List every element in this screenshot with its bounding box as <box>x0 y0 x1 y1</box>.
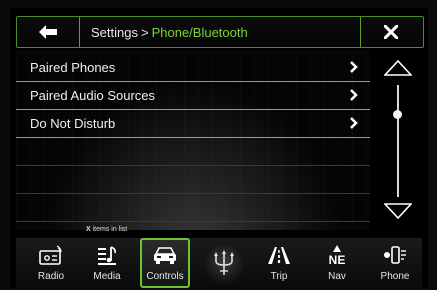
bottom-nav-bar: Radio Media Controls Trip NE Nav Phone <box>16 238 422 288</box>
nav-nav[interactable]: NE Nav <box>312 238 362 288</box>
car-icon <box>154 247 176 264</box>
chevron-right-icon <box>350 61 358 73</box>
items-count-value: X <box>86 226 91 233</box>
list-item-label: Do Not Disturb <box>30 116 116 131</box>
header-bar: Settings > Phone/Bluetooth <box>16 16 424 48</box>
nav-controls[interactable]: Controls <box>140 238 190 288</box>
media-icon <box>98 246 116 265</box>
nav-label: Media <box>93 271 121 282</box>
items-count-label: X items in list <box>86 226 127 233</box>
road-icon <box>268 247 290 264</box>
nav-label: Phone <box>380 271 410 282</box>
nav-media[interactable]: Media <box>82 238 132 288</box>
empty-list-row <box>16 166 370 194</box>
left-arrow-icon <box>39 25 57 39</box>
nav-label: Nav <box>328 271 346 282</box>
breadcrumb-parent[interactable]: Settings <box>91 25 138 40</box>
breadcrumb-separator: > <box>140 25 149 40</box>
nav-label: Trip <box>270 271 288 282</box>
trident-logo-icon <box>214 250 234 275</box>
breadcrumb-current: Phone/Bluetooth <box>151 25 248 40</box>
brand-logo[interactable] <box>204 241 244 285</box>
scroll-down-arrow-icon[interactable] <box>384 203 412 219</box>
nav-phone[interactable]: Phone <box>370 238 420 288</box>
settings-list: Paired Phones Paired Audio Sources Do No… <box>16 50 370 230</box>
close-button[interactable] <box>360 17 423 47</box>
list-item-label: Paired Audio Sources <box>30 88 156 103</box>
nav-label: Radio <box>37 271 65 282</box>
list-item-label: Paired Phones <box>30 60 116 75</box>
nav-trip[interactable]: Trip <box>254 238 304 288</box>
list-item-do-not-disturb[interactable]: Do Not Disturb <box>16 110 370 138</box>
compass-direction: NE <box>329 253 346 266</box>
scrollbar-thumb[interactable] <box>393 110 402 119</box>
list-item-paired-audio-sources[interactable]: Paired Audio Sources <box>16 82 370 110</box>
scroll-up-arrow-icon[interactable] <box>384 60 412 76</box>
scrollbar-track[interactable] <box>397 85 399 197</box>
scroll-column <box>374 50 422 230</box>
nav-radio[interactable]: Radio <box>26 238 76 288</box>
radio-icon <box>39 245 62 265</box>
chevron-right-icon <box>350 117 358 129</box>
items-count-suffix: items in list <box>92 226 128 233</box>
compass-ne-icon: NE <box>329 245 346 266</box>
close-icon <box>384 25 398 39</box>
list-item-paired-phones[interactable]: Paired Phones <box>16 54 370 82</box>
chevron-right-icon <box>350 89 358 101</box>
phone-icon <box>384 246 406 264</box>
back-button[interactable] <box>17 17 80 47</box>
breadcrumb: Settings > Phone/Bluetooth <box>91 25 248 40</box>
empty-list-row <box>16 194 370 222</box>
nav-label: Controls <box>146 271 184 282</box>
empty-list-row <box>16 138 370 166</box>
